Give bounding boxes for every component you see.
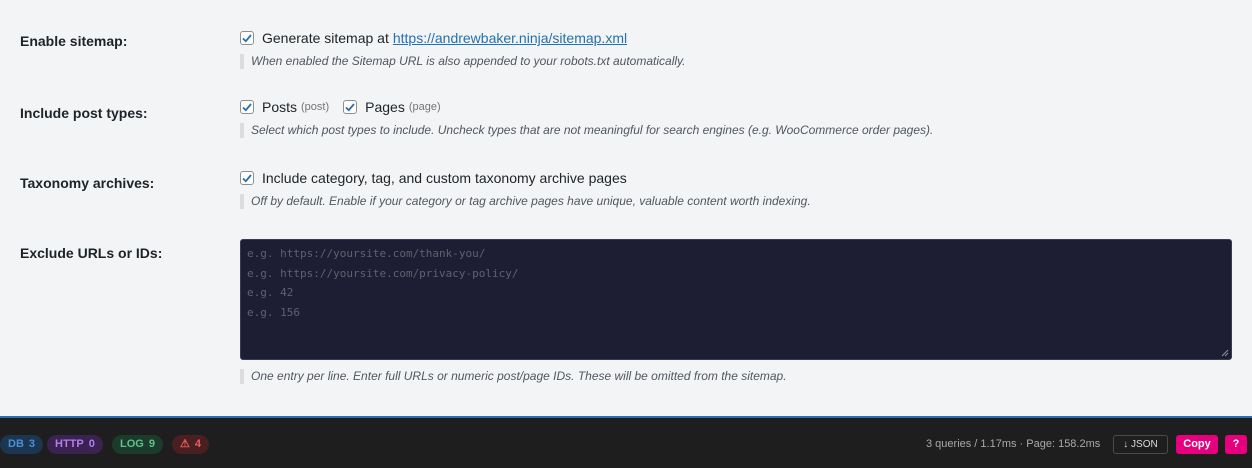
check-icon bbox=[242, 103, 252, 112]
taxonomy-label: Taxonomy archives: bbox=[20, 175, 155, 191]
http-pill-count: 0 bbox=[88, 438, 95, 450]
taxonomy-checkbox-text: Include category, tag, and custom taxono… bbox=[262, 170, 627, 186]
help-button[interactable]: ? bbox=[1225, 435, 1247, 454]
log-pill-label: LOG bbox=[120, 438, 144, 450]
json-download-button[interactable]: ↓ JSON bbox=[1113, 435, 1168, 454]
sitemap-help: When enabled the Sitemap URL is also app… bbox=[240, 54, 685, 69]
post-type-slug-pages: (page) bbox=[408, 101, 441, 113]
check-icon bbox=[242, 34, 252, 43]
placeholder-line: e.g. https://yoursite.com/privacy-policy… bbox=[247, 266, 519, 280]
placeholder-line: e.g. https://yoursite.com/thank-you/ bbox=[247, 247, 486, 260]
check-icon bbox=[242, 174, 252, 183]
post-type-label-pages: Pages bbox=[365, 99, 405, 115]
warning-icon: ⚠ bbox=[180, 438, 190, 450]
post-type-checkbox-pages[interactable] bbox=[343, 100, 358, 114]
sitemap-field: Generate sitemap at https://andrewbaker.… bbox=[240, 28, 685, 69]
sitemap-checkbox[interactable] bbox=[240, 31, 254, 45]
placeholder-line: e.g. 156 bbox=[247, 305, 300, 319]
taxonomy-field: Include category, tag, and custom taxono… bbox=[240, 168, 811, 209]
post-types-help: Select which post types to include. Unch… bbox=[240, 123, 933, 138]
post-type-slug-posts: (post) bbox=[301, 101, 330, 113]
warning-pill-count: 4 bbox=[194, 438, 201, 450]
check-icon bbox=[345, 103, 355, 112]
perf-stats: 3 queries / 1.17ms · Page: 158.2ms bbox=[926, 438, 1101, 450]
taxonomy-checkbox[interactable] bbox=[240, 171, 254, 185]
db-pill-label: DB bbox=[8, 438, 24, 450]
sitemap-label: Enable sitemap: bbox=[20, 33, 128, 49]
debug-toolbar: DB 3 HTTP 0 LOG 9 ⚠ 4 3 queries / 1.17ms · P… bbox=[0, 416, 1252, 468]
http-pill-label: HTTP bbox=[55, 438, 84, 450]
resize-handle-icon[interactable] bbox=[1221, 349, 1229, 357]
taxonomy-help: Off by default. Enable if your category … bbox=[240, 194, 811, 209]
log-pill[interactable]: LOG 9 bbox=[112, 435, 163, 454]
db-pill-count: 3 bbox=[28, 438, 36, 450]
post-types-label: Include post types: bbox=[20, 105, 148, 121]
log-pill-count: 9 bbox=[148, 438, 155, 450]
copy-button[interactable]: Copy bbox=[1176, 435, 1218, 454]
warning-pill[interactable]: ⚠ 4 bbox=[172, 435, 209, 454]
exclude-help-wrap: One entry per line. Enter full URLs or n… bbox=[240, 363, 787, 384]
http-pill[interactable]: HTTP 0 bbox=[47, 435, 103, 454]
sitemap-url-link[interactable]: https://andrewbaker.ninja/sitemap.xml bbox=[393, 30, 627, 46]
exclude-label: Exclude URLs or IDs: bbox=[20, 245, 163, 261]
exclude-help: One entry per line. Enter full URLs or n… bbox=[240, 369, 787, 384]
post-types-field: Posts (post) Pages (page) Select which p… bbox=[240, 97, 933, 138]
exclude-textarea[interactable]: e.g. https://yoursite.com/thank-you/ e.g… bbox=[240, 239, 1232, 360]
placeholder-line: e.g. 42 bbox=[247, 286, 294, 299]
db-pill[interactable]: DB 3 bbox=[0, 435, 44, 454]
post-type-checkbox-posts[interactable] bbox=[240, 100, 254, 114]
post-type-label-posts: Posts bbox=[262, 99, 298, 115]
sitemap-checkbox-text: Generate sitemap at bbox=[262, 30, 389, 46]
